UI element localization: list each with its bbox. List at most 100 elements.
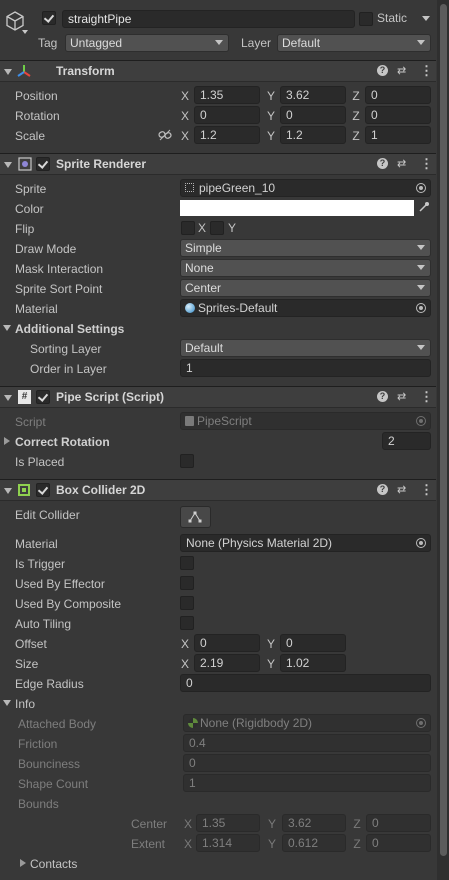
presets-icon[interactable]: ⇄ (397, 158, 406, 170)
collider-material-field[interactable]: None (Physics Material 2D) (180, 534, 431, 552)
rotation-y-field[interactable]: 0 (280, 106, 346, 124)
flip-y-label: Y (228, 221, 237, 235)
tag-dropdown[interactable]: Untagged (65, 34, 229, 52)
material-value: Sprites-Default (198, 301, 278, 315)
static-checkbox[interactable] (359, 12, 373, 26)
help-icon[interactable]: ? (377, 158, 388, 169)
axis-x-label: X (183, 817, 192, 831)
pipe-script-enabled-toggle[interactable] (36, 390, 50, 404)
help-icon[interactable]: ? (377, 391, 388, 402)
order-in-layer-field[interactable]: 1 (180, 359, 431, 377)
pipe-script-header[interactable]: # Pipe Script (Script) ? ⇄ ⋮ (0, 386, 436, 408)
axis-y-label: Y (266, 637, 275, 651)
eyedropper-icon[interactable] (418, 201, 430, 213)
link-icon[interactable] (158, 129, 172, 141)
sprite-renderer-enabled-toggle[interactable] (36, 157, 50, 171)
edge-radius-field[interactable]: 0 (180, 674, 431, 692)
sprite-sort-point-dropdown[interactable]: Center (180, 279, 431, 297)
axis-y-label: Y (267, 837, 276, 851)
object-picker-icon[interactable] (416, 183, 426, 193)
sorting-layer-dropdown[interactable]: Default (180, 339, 431, 357)
additional-settings-foldout-icon[interactable] (3, 325, 11, 331)
object-picker-icon[interactable] (416, 538, 426, 548)
used-by-composite-checkbox[interactable] (180, 596, 194, 610)
foldout-arrow-icon[interactable] (4, 162, 12, 168)
contacts-foldout-icon[interactable] (20, 859, 26, 867)
edit-collider-button[interactable] (180, 506, 211, 528)
rotation-x-field[interactable]: 0 (194, 106, 260, 124)
info-label[interactable]: Info (15, 696, 35, 712)
layer-dropdown[interactable]: Default (277, 34, 431, 52)
foldout-arrow-icon[interactable] (4, 395, 12, 401)
used-by-composite-label: Used By Composite (15, 597, 122, 611)
context-menu-icon[interactable]: ⋮ (420, 389, 433, 405)
context-menu-icon[interactable]: ⋮ (420, 63, 433, 79)
friction-label: Friction (18, 737, 58, 751)
correct-rotation-foldout-icon[interactable] (4, 437, 10, 445)
shape-count-field: 1 (183, 774, 431, 792)
scale-z-field[interactable]: 1 (365, 126, 431, 144)
size-x-field[interactable]: 2.19 (194, 654, 260, 672)
color-swatch[interactable] (180, 200, 414, 216)
bounds-label: Bounds (18, 797, 59, 811)
sorting-layer-label: Sorting Layer (30, 342, 102, 356)
rigidbody-icon (188, 718, 198, 728)
position-z-field[interactable]: 0 (365, 86, 431, 104)
foldout-arrow-icon[interactable] (4, 69, 12, 75)
context-menu-icon[interactable]: ⋮ (420, 482, 433, 498)
help-icon[interactable]: ? (377, 65, 388, 76)
contacts-label[interactable]: Contacts (30, 856, 77, 872)
center-y-field: 3.62 (282, 814, 346, 832)
position-y-field[interactable]: 3.62 (280, 86, 346, 104)
presets-icon[interactable]: ⇄ (397, 391, 406, 403)
center-x-field: 1.35 (196, 814, 260, 832)
layer-value: Default (282, 36, 321, 50)
context-menu-icon[interactable]: ⋮ (420, 156, 433, 172)
additional-settings-label[interactable]: Additional Settings (15, 321, 124, 337)
axis-x-label: X (180, 109, 189, 123)
scale-x-field[interactable]: 1.2 (194, 126, 260, 144)
cube-icon (4, 10, 26, 32)
rotation-z-field[interactable]: 0 (365, 106, 431, 124)
name-field[interactable]: straightPipe (62, 10, 355, 28)
object-picker-icon[interactable] (416, 303, 426, 313)
sprite-field[interactable]: pipeGreen_10 (180, 179, 431, 197)
material-field[interactable]: Sprites-Default (180, 299, 431, 317)
box-collider-enabled-toggle[interactable] (36, 483, 50, 497)
foldout-arrow-icon[interactable] (4, 488, 12, 494)
offset-y-field[interactable]: 0 (280, 634, 346, 652)
correct-rotation-label[interactable]: Correct Rotation (15, 434, 110, 450)
used-by-effector-checkbox[interactable] (180, 576, 194, 590)
scrollbar-thumb[interactable] (440, 4, 447, 856)
info-foldout-icon[interactable] (3, 700, 11, 706)
presets-icon[interactable]: ⇄ (397, 65, 406, 77)
flip-label: Flip (15, 222, 35, 236)
size-y-field[interactable]: 1.02 (280, 654, 346, 672)
axis-y-label: Y (266, 89, 275, 103)
active-toggle[interactable] (42, 11, 56, 25)
presets-icon[interactable]: ⇄ (397, 484, 406, 496)
mask-interaction-dropdown[interactable]: None (180, 259, 431, 277)
box-collider-header[interactable]: Box Collider 2D ? ⇄ ⋮ (0, 479, 436, 501)
sprite-renderer-header[interactable]: Sprite Renderer ? ⇄ ⋮ (0, 153, 436, 175)
auto-tiling-checkbox[interactable] (180, 616, 194, 630)
offset-x-field[interactable]: 0 (194, 634, 260, 652)
flip-x-checkbox[interactable] (181, 221, 195, 235)
is-trigger-checkbox[interactable] (180, 556, 194, 570)
chevron-down-icon (417, 285, 425, 290)
object-picker-icon (416, 416, 426, 426)
position-x-field[interactable]: 1.35 (194, 86, 260, 104)
transform-header[interactable]: Transform ? ⇄ ⋮ (0, 60, 436, 82)
chevron-down-icon (215, 40, 223, 45)
flip-y-checkbox[interactable] (210, 221, 224, 235)
is-placed-checkbox[interactable] (180, 454, 194, 468)
collider-material-label: Material (15, 537, 58, 551)
draw-mode-dropdown[interactable]: Simple (180, 239, 431, 257)
chevron-down-icon (417, 40, 425, 45)
chevron-down-icon[interactable] (22, 30, 28, 34)
help-icon[interactable]: ? (377, 484, 388, 495)
bounciness-label: Bounciness (18, 757, 81, 771)
correct-rotation-field[interactable]: 2 (382, 432, 431, 450)
scale-y-field[interactable]: 1.2 (280, 126, 346, 144)
static-dropdown-arrow[interactable] (422, 16, 430, 21)
